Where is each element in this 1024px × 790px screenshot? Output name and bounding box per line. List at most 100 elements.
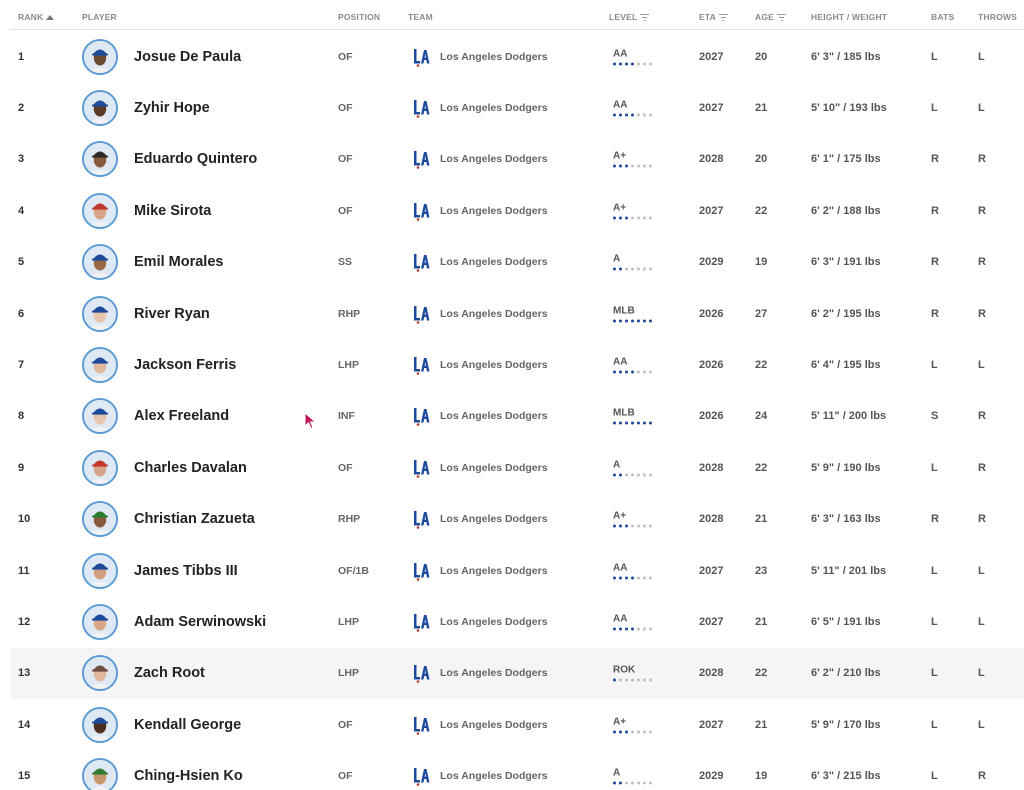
header-height-weight[interactable]: HEIGHT / WEIGHT bbox=[811, 12, 887, 22]
player-avatar[interactable] bbox=[82, 141, 118, 178]
team-name-link[interactable]: Los Angeles Dodgers bbox=[440, 153, 548, 165]
player-avatar[interactable] bbox=[82, 501, 118, 538]
table-row[interactable]: 5 Emil Morales SS Los Angeles Dodgers A 2029 1… bbox=[10, 237, 1024, 288]
table-row[interactable]: 11 James Tibbs III OF/1B Los Angeles Dodger… bbox=[10, 545, 1024, 596]
header-rank[interactable]: RANK bbox=[18, 12, 55, 22]
table-row[interactable]: 9 Charles Davalan OF Los Angeles Dodgers A 20… bbox=[10, 442, 1024, 493]
header-height-weight-label: HEIGHT / WEIGHT bbox=[811, 12, 888, 22]
table-row[interactable]: 12 Adam Serwinowski LHP Los Angeles Dodgers… bbox=[10, 596, 1024, 647]
player-avatar[interactable] bbox=[82, 38, 118, 75]
dodgers-la-logo-icon[interactable] bbox=[412, 663, 430, 684]
team-name-link[interactable]: Los Angeles Dodgers bbox=[440, 513, 548, 525]
player-bats: R bbox=[931, 256, 939, 269]
prospect-table-body: 1 Josue De Paula OF Los Angeles Dodgers AA 20… bbox=[10, 31, 1024, 790]
table-row[interactable]: 6 River Ryan RHP Los Angeles Dodgers MLB 2026… bbox=[10, 288, 1024, 339]
table-row[interactable]: 2 Zyhir Hope OF Los Angeles Dodgers AA 2027 21… bbox=[10, 82, 1024, 133]
player-name-link[interactable]: Zyhir Hope bbox=[134, 100, 210, 116]
table-row[interactable]: 1 Josue De Paula OF Los Angeles Dodgers AA 20… bbox=[10, 31, 1024, 82]
dodgers-la-logo-icon[interactable] bbox=[412, 47, 430, 67]
table-row[interactable]: 15 Ching-Hsien Ko OF Los Angeles Dodgers A 20… bbox=[10, 750, 1024, 790]
dodgers-la-logo-icon[interactable] bbox=[412, 458, 430, 478]
team-name-link[interactable]: Los Angeles Dodgers bbox=[440, 719, 548, 731]
player-avatar[interactable] bbox=[82, 758, 118, 790]
team-name-link[interactable]: Los Angeles Dodgers bbox=[440, 51, 548, 63]
player-name-link[interactable]: Adam Serwinowski bbox=[134, 614, 266, 630]
player-name-link[interactable]: Alex Freeland bbox=[134, 408, 229, 424]
level-dot bbox=[613, 473, 616, 477]
dodgers-la-logo-icon[interactable] bbox=[412, 355, 430, 375]
player-avatar[interactable] bbox=[82, 706, 118, 743]
player-avatar[interactable] bbox=[82, 603, 118, 640]
team-name-link[interactable]: Los Angeles Dodgers bbox=[440, 256, 548, 268]
header-age[interactable]: AGE bbox=[755, 12, 787, 22]
player-headshot-icon bbox=[84, 40, 116, 73]
player-rank: 6 bbox=[18, 307, 25, 320]
table-row[interactable]: 8 Alex Freeland INF Los Angeles Dodgers MLB 2… bbox=[10, 391, 1024, 442]
table-row[interactable]: 10 Christian Zazueta RHP Los Angeles Dodger… bbox=[10, 494, 1024, 545]
player-name-link[interactable]: Emil Morales bbox=[134, 254, 223, 270]
player-name-link[interactable]: Ching-Hsien Ko bbox=[134, 768, 243, 784]
level-dot bbox=[619, 473, 622, 477]
team-name-link[interactable]: Los Angeles Dodgers bbox=[440, 667, 548, 679]
level-dot bbox=[643, 524, 646, 528]
table-row[interactable]: 7 Jackson Ferris LHP Los Angeles Dodgers AA 2… bbox=[10, 339, 1024, 390]
dodgers-la-logo-icon[interactable] bbox=[412, 612, 430, 632]
player-name-link[interactable]: Christian Zazueta bbox=[134, 511, 255, 527]
player-name-link[interactable]: Jackson Ferris bbox=[134, 357, 236, 373]
player-avatar[interactable] bbox=[82, 244, 118, 281]
table-row[interactable]: 3 Eduardo Quintero OF Los Angeles Dodgers A+… bbox=[10, 134, 1024, 185]
player-avatar[interactable] bbox=[82, 552, 118, 589]
level-dot bbox=[643, 267, 646, 271]
player-name-link[interactable]: River Ryan bbox=[134, 306, 210, 322]
header-throws[interactable]: THROWS bbox=[978, 12, 1017, 22]
dodgers-la-logo-icon[interactable] bbox=[412, 201, 430, 221]
header-level[interactable]: LEVEL bbox=[609, 12, 650, 22]
table-row[interactable]: 13 Zach Root LHP Los Angeles Dodgers ROK 2028… bbox=[10, 647, 1024, 700]
player-avatar[interactable] bbox=[82, 295, 118, 332]
table-row[interactable]: 14 Kendall George OF Los Angeles Dodgers A+ 2… bbox=[10, 699, 1024, 750]
team-name-link[interactable]: Los Angeles Dodgers bbox=[440, 410, 548, 422]
team-name-link[interactable]: Los Angeles Dodgers bbox=[440, 308, 548, 320]
dodgers-la-logo-icon[interactable] bbox=[412, 406, 430, 427]
dodgers-la-logo-icon[interactable] bbox=[412, 149, 430, 170]
dodgers-la-logo-icon[interactable] bbox=[412, 509, 430, 530]
player-name-link[interactable]: Zach Root bbox=[134, 665, 205, 681]
header-bats[interactable]: BATS bbox=[931, 12, 954, 22]
dodgers-la-logo-icon[interactable] bbox=[412, 304, 430, 324]
player-avatar[interactable] bbox=[82, 655, 118, 692]
player-name-link[interactable]: Kendall George bbox=[134, 717, 241, 733]
level-dots bbox=[613, 576, 652, 580]
table-row[interactable]: 4 Mike Sirota OF Los Angeles Dodgers A+ 2027 2… bbox=[10, 185, 1024, 236]
team-name-link[interactable]: Los Angeles Dodgers bbox=[440, 565, 548, 577]
team-name-link[interactable]: Los Angeles Dodgers bbox=[440, 205, 548, 217]
level-dot bbox=[649, 164, 652, 168]
header-player[interactable]: PLAYER bbox=[82, 12, 117, 22]
player-rank: 4 bbox=[18, 204, 25, 217]
player-name-link[interactable]: Charles Davalan bbox=[134, 460, 247, 476]
player-avatar[interactable] bbox=[82, 192, 118, 229]
team-name-link[interactable]: Los Angeles Dodgers bbox=[440, 102, 548, 114]
team-name-link[interactable]: Los Angeles Dodgers bbox=[440, 770, 548, 782]
team-name-link[interactable]: Los Angeles Dodgers bbox=[440, 462, 548, 474]
dodgers-la-logo-icon[interactable] bbox=[412, 715, 430, 735]
player-avatar[interactable] bbox=[82, 449, 118, 486]
player-avatar[interactable] bbox=[82, 347, 118, 384]
player-name-link[interactable]: Josue De Paula bbox=[134, 49, 241, 65]
player-name-link[interactable]: Mike Sirota bbox=[134, 203, 211, 219]
header-eta[interactable]: ETA bbox=[699, 12, 728, 22]
player-throws: R bbox=[978, 461, 986, 474]
header-position[interactable]: POSITION bbox=[338, 12, 380, 22]
dodgers-la-logo-icon[interactable] bbox=[412, 561, 430, 581]
player-name-link[interactable]: Eduardo Quintero bbox=[134, 151, 257, 167]
player-avatar[interactable] bbox=[82, 398, 118, 435]
level-dot bbox=[631, 576, 634, 580]
team-name-link[interactable]: Los Angeles Dodgers bbox=[440, 616, 548, 628]
dodgers-la-logo-icon[interactable] bbox=[412, 766, 430, 786]
player-avatar[interactable] bbox=[82, 90, 118, 127]
player-name-link[interactable]: James Tibbs III bbox=[134, 563, 238, 579]
dodgers-la-logo-icon[interactable] bbox=[412, 98, 430, 118]
level-label: MLB bbox=[613, 407, 635, 419]
header-team[interactable]: TEAM bbox=[408, 12, 433, 22]
team-name-link[interactable]: Los Angeles Dodgers bbox=[440, 359, 548, 371]
dodgers-la-logo-icon[interactable] bbox=[412, 252, 430, 273]
